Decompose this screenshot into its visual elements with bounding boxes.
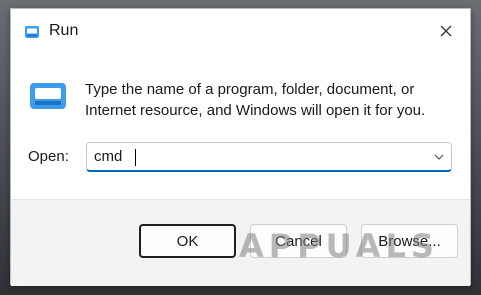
chevron-down-icon[interactable] (433, 151, 445, 163)
browse-button[interactable]: Browse... (361, 224, 458, 258)
ok-button[interactable]: OK (139, 224, 236, 258)
dialog-description: Type the name of a program, folder, docu… (85, 81, 426, 119)
title-bar: Run (11, 9, 470, 53)
run-app-icon (30, 83, 66, 109)
cancel-button[interactable]: Cancel (250, 224, 347, 258)
open-combobox[interactable] (86, 142, 452, 172)
close-button[interactable] (432, 17, 460, 45)
text-cursor (135, 149, 136, 166)
run-dialog: Run Type the name of a program, folder, … (10, 8, 471, 286)
open-label: Open: (28, 148, 69, 165)
open-input[interactable] (94, 143, 414, 169)
close-icon (440, 25, 452, 37)
run-app-icon (25, 26, 39, 38)
window-title: Run (49, 22, 79, 39)
